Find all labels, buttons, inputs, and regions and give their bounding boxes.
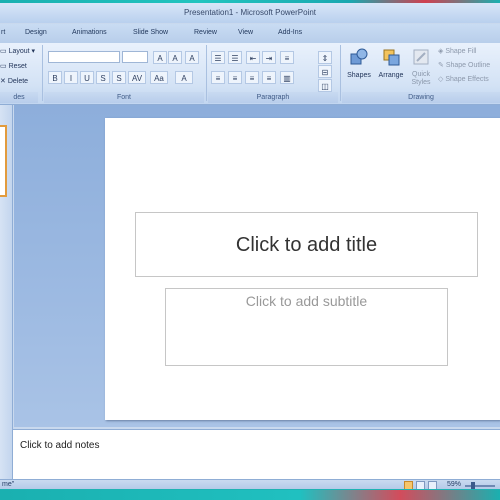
shrink-font-button[interactable]: A [168, 51, 182, 64]
reset-icon: ▭ [0, 63, 9, 70]
line-spacing-icon[interactable]: ≡ [280, 51, 294, 64]
bold-button[interactable]: B [48, 71, 62, 84]
numbering-icon[interactable]: ☰ [228, 51, 242, 64]
slide-canvas[interactable]: Click to add title Click to add subtitle [105, 118, 500, 420]
quick-styles-button[interactable] [408, 47, 434, 72]
arrange-icon [383, 49, 400, 66]
quick-styles-icon [413, 49, 429, 65]
bullets-icon[interactable]: ☰ [211, 51, 225, 64]
quick-styles-label: Quick Styles [411, 71, 431, 86]
title-placeholder[interactable]: Click to add title [135, 212, 478, 277]
tab-review[interactable]: Review [194, 29, 217, 36]
delete-icon: ✕ [0, 78, 8, 85]
increase-indent-icon[interactable]: ⇥ [262, 51, 276, 64]
shape-effects-button[interactable]: ◇ Shape Effects [438, 75, 489, 83]
normal-view-icon[interactable] [404, 481, 413, 489]
group-divider [340, 45, 341, 101]
tab-add-ins[interactable]: Add-Ins [278, 29, 302, 36]
align-left-icon[interactable]: ≡ [211, 71, 225, 84]
italic-button[interactable]: I [64, 71, 78, 84]
zoom-level[interactable]: 59% [447, 481, 461, 488]
window-title: Presentation1 - Microsoft PowerPoint [0, 3, 500, 23]
ribbon-tabs: rt Design Animations Slide Show Review V… [0, 24, 500, 44]
taskbar [0, 490, 500, 500]
grow-font-button[interactable]: A [153, 51, 167, 64]
tab-slide-show[interactable]: Slide Show [133, 29, 168, 36]
tab-insert[interactable]: rt [1, 29, 5, 36]
align-text-icon[interactable]: ⊟ [318, 65, 332, 78]
delete-button[interactable]: ✕ Delete [0, 77, 28, 85]
justify-icon[interactable]: ≡ [262, 71, 276, 84]
shapes-icon [350, 48, 368, 65]
align-center-icon[interactable]: ≡ [228, 71, 242, 84]
group-divider [206, 45, 207, 101]
status-theme-text: me" [2, 481, 15, 488]
change-case-button[interactable]: Aa [150, 71, 168, 84]
columns-icon[interactable]: ▥ [280, 71, 294, 84]
tab-view[interactable]: View [238, 29, 253, 36]
layout-button[interactable]: ▭ Layout ▾ [0, 47, 35, 55]
clear-format-button[interactable]: A [185, 51, 199, 64]
shape-outline-button[interactable]: ✎ Shape Outline [438, 61, 490, 69]
drawing-group-label: Drawing [342, 92, 500, 103]
ribbon: ▭ Layout ▾ ▭ Reset ✕ Delete des A A A B … [0, 43, 500, 105]
decrease-indent-icon[interactable]: ⇤ [246, 51, 260, 64]
slide-thumbnail[interactable] [0, 125, 7, 197]
reset-button[interactable]: ▭ Reset [0, 62, 27, 70]
zoom-slider[interactable] [465, 485, 495, 487]
notes-placeholder: Click to add notes [20, 440, 100, 451]
tab-design[interactable]: Design [25, 29, 47, 36]
tab-animations[interactable]: Animations [72, 29, 107, 36]
char-spacing-button[interactable]: AV [128, 71, 146, 84]
shape-fill-button[interactable]: ◈ Shape Fill [438, 47, 476, 55]
underline-button[interactable]: U [80, 71, 94, 84]
strikethrough-button[interactable]: S [96, 71, 110, 84]
status-bar: me" 59% [0, 479, 500, 489]
pen-icon: ✎ [438, 62, 446, 69]
text-direction-icon[interactable]: ⇕ [318, 51, 332, 64]
slides-group-label: des [0, 92, 38, 103]
powerpoint-window: Presentation1 - Microsoft PowerPoint rt … [0, 3, 500, 489]
font-size-box[interactable] [122, 51, 148, 63]
notes-pane[interactable]: Click to add notes [13, 429, 500, 479]
slide-sorter-icon[interactable] [416, 481, 425, 489]
slide-show-icon[interactable] [428, 481, 437, 489]
font-group-label: Font [44, 92, 204, 103]
zoom-slider-thumb[interactable] [471, 482, 476, 489]
slides-pane [0, 105, 13, 482]
shapes-button[interactable]: Shapes [344, 47, 374, 79]
layout-icon: ▭ [0, 48, 9, 55]
font-name-box[interactable] [48, 51, 120, 63]
font-color-button[interactable]: A [175, 71, 193, 84]
slide-editing-area: Click to add title Click to add subtitle [14, 105, 500, 427]
subtitle-placeholder[interactable]: Click to add subtitle [165, 288, 448, 366]
shadow-button[interactable]: S [112, 71, 126, 84]
group-divider [42, 45, 43, 101]
paragraph-group-label: Paragraph [208, 92, 338, 103]
align-right-icon[interactable]: ≡ [245, 71, 259, 84]
smartart-icon[interactable]: ◫ [318, 79, 332, 92]
arrange-button[interactable]: Arrange [375, 47, 407, 79]
